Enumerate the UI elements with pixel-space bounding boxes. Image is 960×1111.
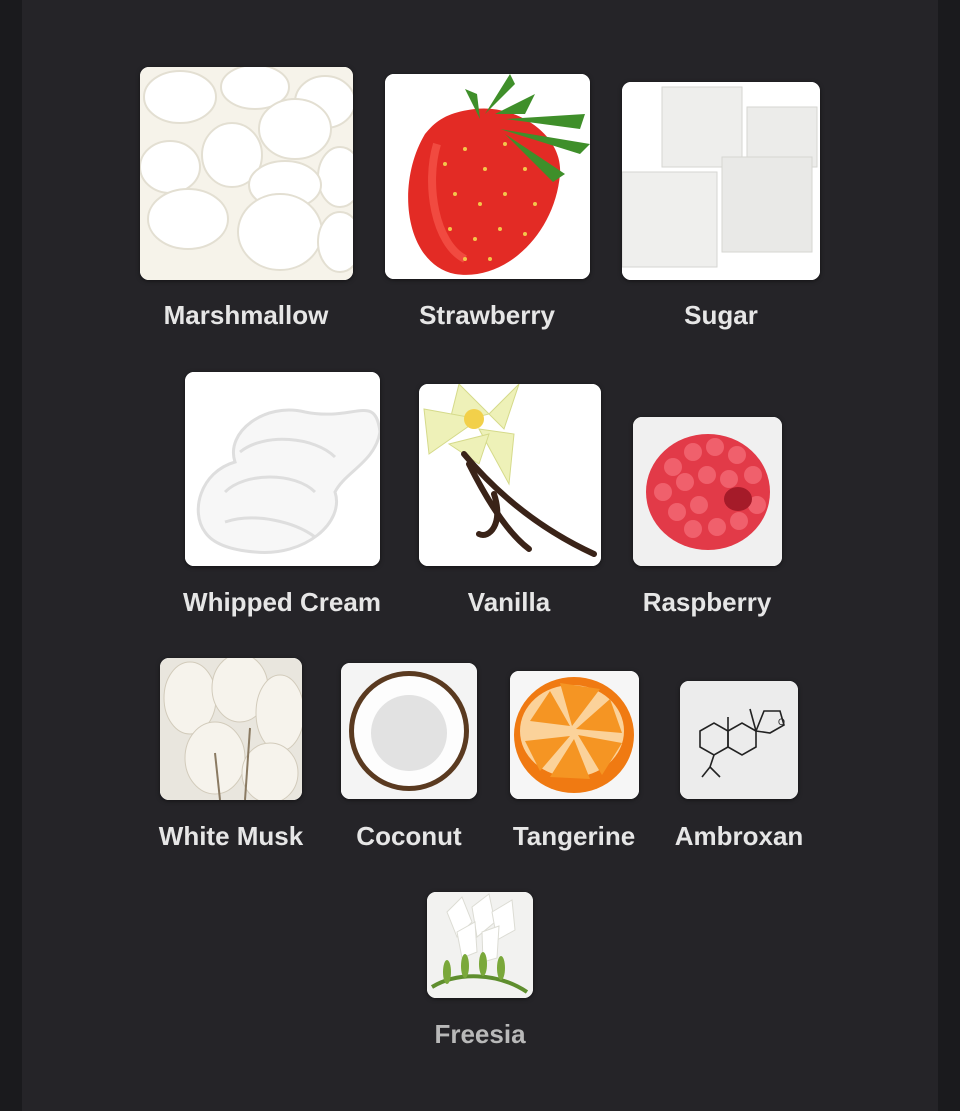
whipped-cream-image xyxy=(185,372,380,566)
coconut-image xyxy=(341,663,477,799)
note-label-marshmallow: Marshmallow xyxy=(163,300,329,330)
note-label-vanilla: Vanilla xyxy=(467,587,551,617)
sugar-cubes-image xyxy=(622,82,820,280)
note-label-freesia: Freesia xyxy=(434,1019,526,1049)
tangerine-image xyxy=(510,671,639,799)
note-label-ambroxan: Ambroxan xyxy=(674,821,804,851)
marshmallow-image xyxy=(140,67,353,280)
note-label-tangerine: Tangerine xyxy=(512,821,636,851)
note-label-whipped-cream: Whipped Cream xyxy=(183,587,381,617)
white-musk-image xyxy=(160,658,302,800)
note-label-coconut: Coconut xyxy=(356,821,462,851)
strawberry-image xyxy=(385,74,590,279)
note-label-raspberry: Raspberry xyxy=(642,587,772,617)
note-label-strawberry: Strawberry xyxy=(419,300,555,330)
raspberry-image xyxy=(633,417,782,566)
ambroxan-molecule-image: O xyxy=(680,681,798,799)
note-label-white-musk: White Musk xyxy=(158,821,304,851)
vanilla-flower-image xyxy=(419,384,601,566)
svg-text:O: O xyxy=(778,717,785,727)
note-label-sugar: Sugar xyxy=(684,300,758,330)
freesia-flower-image xyxy=(427,892,533,998)
